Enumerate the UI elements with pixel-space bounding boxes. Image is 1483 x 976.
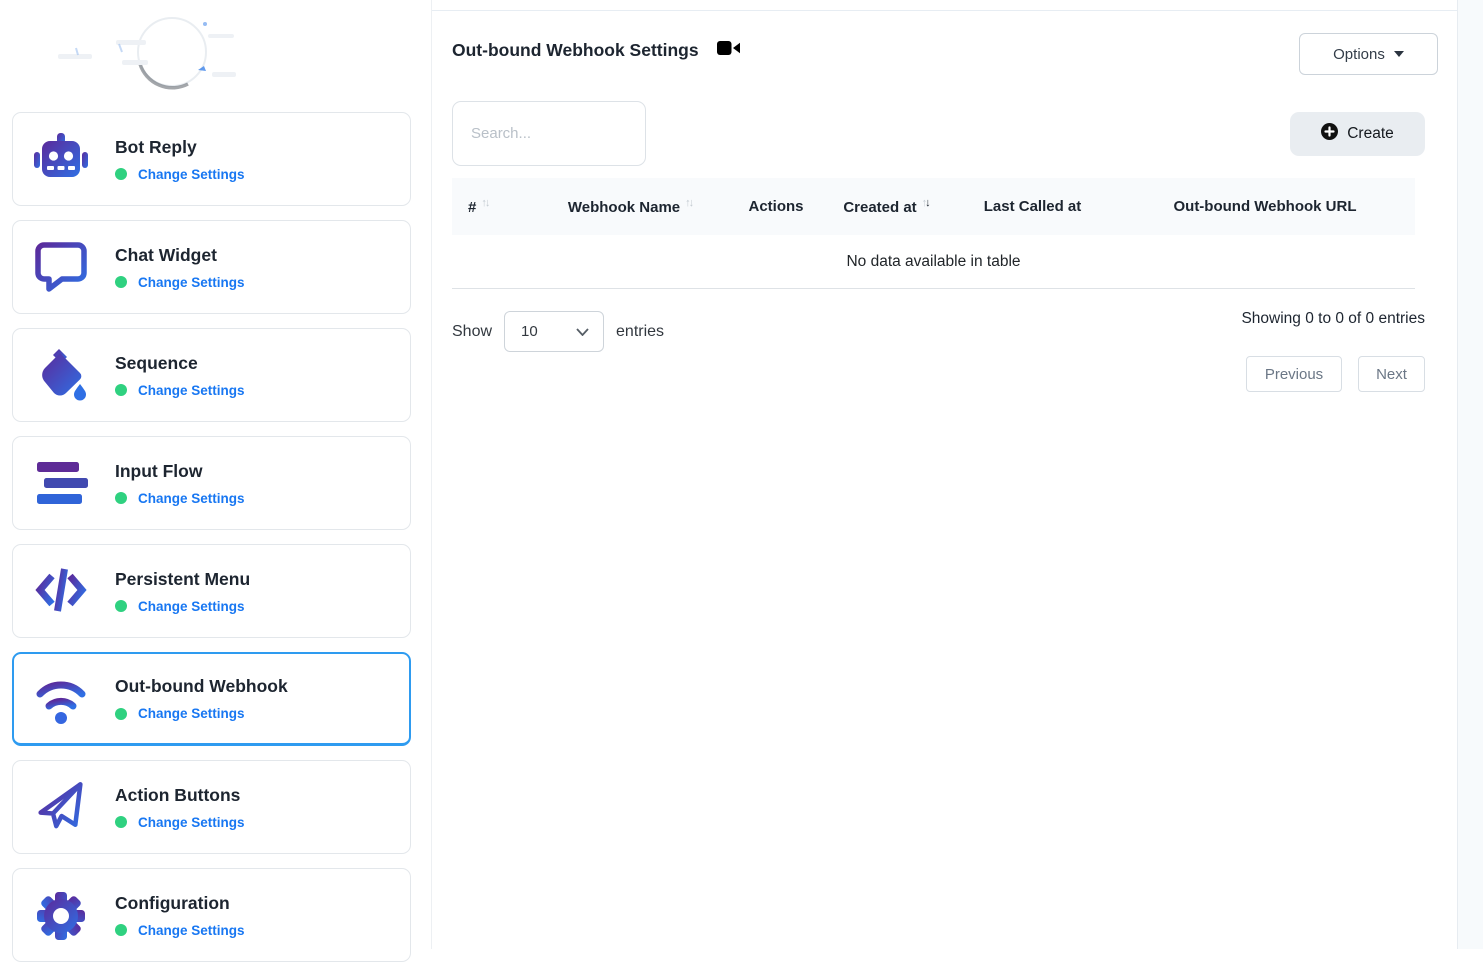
card-title: Configuration	[115, 893, 245, 914]
sidebar-item-outbound-webhook[interactable]: Out-bound Webhook Change Settings	[12, 652, 411, 746]
chevron-down-icon	[1394, 51, 1404, 57]
change-settings-link[interactable]: Change Settings	[138, 923, 245, 938]
gear-icon	[33, 887, 89, 943]
card-title: Bot Reply	[115, 137, 245, 158]
bars-icon	[33, 455, 89, 511]
sidebar-item-configuration[interactable]: Configuration Change Settings	[12, 868, 411, 962]
sidebar-item-action-buttons[interactable]: Action Buttons Change Settings	[12, 760, 411, 854]
change-settings-link[interactable]: Change Settings	[138, 599, 245, 614]
page-size-row: Show 10 entries	[452, 311, 664, 352]
paper-plane-icon	[33, 779, 89, 835]
change-settings-link[interactable]: Change Settings	[138, 491, 245, 506]
table-header-row: #↑↓ Webhook Name↑↓ Actions Created at↑↓ …	[452, 178, 1415, 235]
sort-icon: ↑↓	[481, 197, 488, 209]
sidebar-item-sequence[interactable]: Sequence Change Settings	[12, 328, 411, 422]
page-title: Out-bound Webhook Settings	[452, 40, 699, 61]
show-label: Show	[452, 323, 492, 341]
previous-button[interactable]: Previous	[1246, 356, 1342, 392]
video-camera-icon[interactable]	[717, 40, 740, 61]
create-button[interactable]: Create	[1290, 112, 1425, 156]
status-dot	[115, 384, 127, 396]
column-header-actions[interactable]: Actions	[730, 198, 822, 215]
change-settings-link[interactable]: Change Settings	[138, 706, 245, 721]
card-title: Sequence	[115, 353, 245, 374]
robot-icon	[33, 131, 89, 187]
sort-icon: ↑↓	[685, 197, 692, 209]
change-settings-link[interactable]: Change Settings	[138, 383, 245, 398]
options-button[interactable]: Options	[1299, 33, 1438, 75]
change-settings-link[interactable]: Change Settings	[138, 275, 245, 290]
entries-label: entries	[616, 323, 664, 341]
entries-select-value: 10	[521, 323, 538, 340]
wifi-icon	[33, 671, 89, 727]
change-settings-link[interactable]: Change Settings	[138, 167, 245, 182]
faded-logo	[30, 12, 240, 100]
card-title: Input Flow	[115, 461, 245, 482]
sidebar-item-chat-widget[interactable]: Chat Widget Change Settings	[12, 220, 411, 314]
status-dot	[115, 168, 127, 180]
column-header-created-at[interactable]: Created at↑↓	[822, 197, 950, 216]
search-input[interactable]	[452, 101, 646, 166]
create-button-label: Create	[1347, 125, 1394, 143]
card-title: Out-bound Webhook	[115, 676, 288, 697]
status-dot	[115, 816, 127, 828]
plus-circle-icon	[1321, 123, 1338, 145]
options-button-label: Options	[1333, 46, 1385, 63]
status-dot	[115, 600, 127, 612]
sidebar-card-list: Bot Reply Change Settings Chat Widget Ch…	[12, 112, 411, 976]
sidebar-item-bot-reply[interactable]: Bot Reply Change Settings	[12, 112, 411, 206]
card-title: Chat Widget	[115, 245, 245, 266]
chat-bubble-icon	[33, 239, 89, 295]
status-dot	[115, 708, 127, 720]
entries-summary: Showing 0 to 0 of 0 entries	[1000, 310, 1425, 328]
table-empty-message: No data available in table	[452, 235, 1415, 289]
status-dot	[115, 492, 127, 504]
status-dot	[115, 276, 127, 288]
code-icon	[33, 563, 89, 619]
column-header-index[interactable]: #↑↓	[452, 197, 530, 216]
card-title: Action Buttons	[115, 785, 245, 806]
status-dot	[115, 924, 127, 936]
sidebar: Bot Reply Change Settings Chat Widget Ch…	[0, 0, 431, 949]
card-title: Persistent Menu	[115, 569, 250, 590]
sidebar-item-persistent-menu[interactable]: Persistent Menu Change Settings	[12, 544, 411, 638]
column-header-last-called-at[interactable]: Last Called at	[950, 198, 1115, 215]
scrollbar-track[interactable]	[1457, 0, 1483, 949]
page-header: Out-bound Webhook Settings	[452, 40, 740, 61]
chevron-down-icon	[576, 328, 589, 336]
change-settings-link[interactable]: Change Settings	[138, 815, 245, 830]
webhooks-table: #↑↓ Webhook Name↑↓ Actions Created at↑↓ …	[452, 178, 1415, 289]
fill-drip-icon	[33, 347, 89, 403]
column-header-webhook-url[interactable]: Out-bound Webhook URL	[1115, 198, 1415, 215]
sort-icon-active: ↑↓	[922, 197, 929, 209]
next-button[interactable]: Next	[1358, 356, 1425, 392]
entries-select[interactable]: 10	[504, 311, 604, 352]
column-header-webhook-name[interactable]: Webhook Name↑↓	[530, 197, 730, 216]
sidebar-item-input-flow[interactable]: Input Flow Change Settings	[12, 436, 411, 530]
sidebar-divider	[431, 0, 432, 949]
